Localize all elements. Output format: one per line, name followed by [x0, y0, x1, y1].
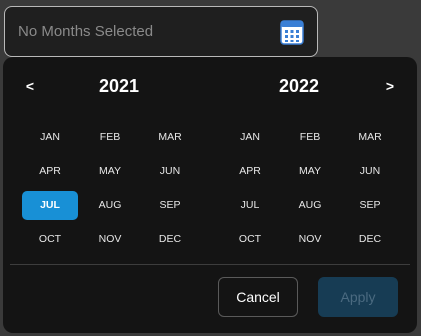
month-label: MAY [299, 165, 321, 177]
month-label: NOV [298, 233, 322, 245]
month-right-aug[interactable]: AUG [280, 188, 340, 222]
month-range-input[interactable]: No Months Selected [4, 6, 318, 57]
month-left-apr[interactable]: APR [20, 154, 80, 188]
divider [10, 264, 410, 265]
month-label: OCT [38, 233, 62, 245]
month-right-jan[interactable]: JAN [220, 120, 280, 154]
month-left-oct[interactable]: OCT [20, 222, 80, 256]
next-year-button[interactable]: > [380, 78, 400, 94]
month-label: FEB [299, 131, 321, 143]
month-label: MAY [99, 165, 121, 177]
input-placeholder: No Months Selected [18, 23, 154, 40]
month-left-jun[interactable]: JUN [140, 154, 200, 188]
month-right-jun[interactable]: JUN [340, 154, 400, 188]
month-label: AUG [98, 199, 122, 211]
month-left-mar[interactable]: MAR [140, 120, 200, 154]
month-grid-right: JAN FEB MAR APR MAY JUN JUL AUG SEP OCT NOV DEC [220, 120, 400, 256]
month-label: MAR [358, 131, 382, 143]
month-label: APR [39, 165, 61, 177]
month-label: DEC [158, 233, 182, 245]
month-label: FEB [99, 131, 121, 143]
month-right-oct[interactable]: OCT [220, 222, 280, 256]
month-right-jul[interactable]: JUL [220, 188, 280, 222]
month-label: SEP [359, 199, 381, 211]
month-right-nov[interactable]: NOV [280, 222, 340, 256]
month-right-may[interactable]: MAY [280, 154, 340, 188]
month-left-jul[interactable]: JUL [20, 188, 80, 222]
month-right-apr[interactable]: APR [220, 154, 280, 188]
month-right-dec[interactable]: DEC [340, 222, 400, 256]
month-left-sep[interactable]: SEP [140, 188, 200, 222]
month-label: SEP [159, 199, 181, 211]
month-label: JAN [40, 131, 60, 143]
cancel-button[interactable]: Cancel [218, 277, 298, 317]
month-left-feb[interactable]: FEB [80, 120, 140, 154]
month-left-aug[interactable]: AUG [80, 188, 140, 222]
month-label: JUL [22, 190, 78, 220]
month-right-mar[interactable]: MAR [340, 120, 400, 154]
month-label: AUG [298, 199, 322, 211]
month-label: MAR [158, 131, 182, 143]
month-picker-popup: < 2021 2022 > JAN FEB MAR APR MAY JUN JUL AUG SE… [3, 57, 417, 333]
month-label: OCT [238, 233, 262, 245]
month-right-feb[interactable]: FEB [280, 120, 340, 154]
month-left-jan[interactable]: JAN [20, 120, 80, 154]
month-label: NOV [98, 233, 122, 245]
month-left-dec[interactable]: DEC [140, 222, 200, 256]
year-label-left: 2021 [98, 76, 140, 96]
prev-year-button[interactable]: < [20, 78, 40, 94]
year-label-right: 2022 [278, 76, 320, 96]
calendar-icon[interactable] [280, 19, 304, 45]
apply-button[interactable]: Apply [318, 277, 398, 317]
month-label: JAN [240, 131, 260, 143]
month-left-nov[interactable]: NOV [80, 222, 140, 256]
month-label: JUL [240, 199, 260, 211]
month-label: DEC [358, 233, 382, 245]
month-label: JUN [359, 165, 381, 177]
month-right-sep[interactable]: SEP [340, 188, 400, 222]
month-label: APR [239, 165, 261, 177]
month-label: JUN [159, 165, 181, 177]
month-grid-left: JAN FEB MAR APR MAY JUN JUL AUG SEP OCT NOV DEC [20, 120, 200, 256]
month-left-may[interactable]: MAY [80, 154, 140, 188]
